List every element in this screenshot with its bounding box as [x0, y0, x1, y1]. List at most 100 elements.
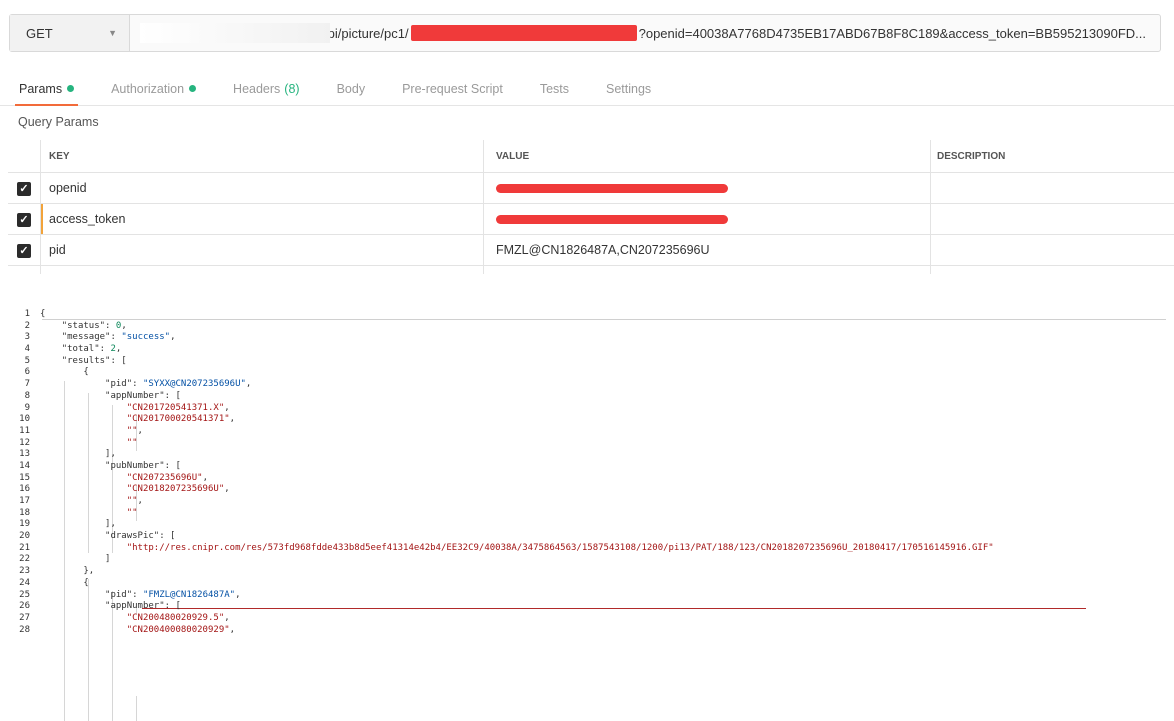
line-number: 9 [0, 403, 30, 415]
tab-body-label: Body [337, 82, 366, 96]
value-redaction [496, 215, 728, 224]
description-column-header: DESCRIPTION [931, 140, 1174, 173]
line-number: 27 [0, 613, 30, 625]
line-number: 11 [0, 426, 30, 438]
code-line: "http://res.cnipr.com/res/573fd968fdde43… [40, 543, 994, 555]
line-number: 15 [0, 473, 30, 485]
line-number: 26 [0, 601, 30, 613]
param-enabled-checkbox[interactable]: ✓ [17, 213, 31, 227]
param-key-access-token[interactable]: access_token [41, 204, 484, 235]
result2-app2: "CN200400080020929" [127, 625, 230, 635]
code-line: }, [40, 566, 994, 578]
request-url-bar: GET ▼ /v1/api/picture/pc1/ ?openid=40038… [9, 14, 1161, 52]
line-number: 5 [0, 356, 30, 368]
method-label: GET [26, 26, 53, 41]
code-line: "pubNumber": [ [40, 461, 994, 473]
line-number: 16 [0, 484, 30, 496]
tab-params-label: Params [19, 82, 62, 96]
tab-tests[interactable]: Tests [521, 72, 569, 106]
param-key-openid[interactable]: openid [41, 173, 484, 204]
method-select[interactable]: GET ▼ [10, 15, 130, 51]
code-line: "CN2018207235696U", [40, 484, 994, 496]
code-line: ], [40, 519, 994, 531]
line-number: 4 [0, 344, 30, 356]
tab-params[interactable]: Params [0, 72, 74, 106]
url-suffix: ?openid=40038A7768D4735EB17ABD67B8F8C189… [639, 26, 1146, 41]
param-description[interactable] [931, 173, 1174, 204]
line-number: 10 [0, 414, 30, 426]
tab-settings[interactable]: Settings [587, 72, 651, 106]
code-line: "CN200400080020929", [40, 625, 994, 637]
result1-app2: "CN201700020541371" [127, 414, 230, 424]
code-line: "message": "success", [40, 332, 994, 344]
table-header-row: KEY VALUE DESCRIPTION [8, 140, 1174, 173]
tab-authorization[interactable]: Authorization [92, 72, 196, 106]
tab-headers[interactable]: Headers(8) [214, 72, 300, 106]
param-description[interactable] [931, 204, 1174, 235]
code-line: "" [40, 438, 994, 450]
indent-guide [136, 696, 137, 721]
result1-draws-pic-link[interactable]: "http://res.cnipr.com/res/573fd968fdde43… [127, 543, 994, 553]
line-number-gutter: 1 2 3 4 5 6 7 8 9 10 11 12 13 14 15 16 1… [0, 309, 30, 636]
chevron-down-icon: ▼ [108, 28, 117, 38]
response-json-viewer[interactable]: 1 2 3 4 5 6 7 8 9 10 11 12 13 14 15 16 1… [0, 309, 1174, 721]
value-redaction [496, 184, 728, 193]
line-number: 6 [0, 367, 30, 379]
line-number: 23 [0, 566, 30, 578]
result1-app1: "CN201720541371.X" [127, 403, 225, 413]
code-line: "CN201700020541371", [40, 414, 994, 426]
code-line: { [40, 367, 994, 379]
status-dot-icon [67, 85, 74, 92]
code-line: "CN207235696U", [40, 473, 994, 485]
checkbox-column-header [8, 140, 41, 173]
line-number: 13 [0, 449, 30, 461]
table-row: ✓ access_token [8, 204, 1174, 235]
tab-headers-label: Headers [233, 82, 280, 96]
line-number: 25 [0, 590, 30, 602]
code-line: { [40, 578, 994, 590]
param-enabled-checkbox[interactable]: ✓ [17, 244, 31, 258]
tab-settings-label: Settings [606, 82, 651, 96]
code-line: "CN201720541371.X", [40, 403, 994, 415]
result1-pub1: "CN207235696U" [127, 473, 203, 483]
code-line: { [40, 309, 994, 321]
code-line: "" [40, 508, 994, 520]
line-number: 7 [0, 379, 30, 391]
url-blurred-host [140, 23, 330, 43]
query-params-title: Query Params [18, 115, 99, 129]
url-input[interactable]: /v1/api/picture/pc1/ ?openid=40038A7768D… [130, 15, 1160, 51]
line-number: 20 [0, 531, 30, 543]
result2-app1: "CN200480020929.5" [127, 613, 225, 623]
tab-body[interactable]: Body [318, 72, 366, 106]
line-number: 24 [0, 578, 30, 590]
value-column-header: VALUE [484, 140, 931, 173]
url-redaction [411, 25, 637, 41]
line-number: 22 [0, 554, 30, 566]
param-value-pid[interactable]: FMZL@CN1826487A,CN207235696U [484, 235, 931, 266]
tab-tests-label: Tests [540, 82, 569, 96]
code-line: "total": 2, [40, 344, 994, 356]
code-line: ], [40, 449, 994, 461]
param-value-access-token[interactable] [484, 204, 931, 235]
tab-authorization-label: Authorization [111, 82, 184, 96]
param-enabled-checkbox[interactable]: ✓ [17, 182, 31, 196]
param-description[interactable] [931, 235, 1174, 266]
line-number: 28 [0, 625, 30, 637]
message-value: "success" [121, 332, 170, 342]
line-number: 12 [0, 438, 30, 450]
line-number: 3 [0, 332, 30, 344]
status-dot-icon [189, 85, 196, 92]
result1-pid: "SYXX@CN207235696U" [143, 379, 246, 389]
tab-pre-request-script[interactable]: Pre-request Script [383, 72, 503, 106]
code-line: "drawsPic": [ [40, 531, 994, 543]
param-key-pid[interactable]: pid [41, 235, 484, 266]
line-number: 1 [0, 309, 30, 321]
tab-pre-request-label: Pre-request Script [402, 82, 503, 96]
code-line: "pid": "SYXX@CN207235696U", [40, 379, 994, 391]
code-line: "", [40, 496, 994, 508]
param-value-openid[interactable] [484, 173, 931, 204]
request-tabs: Params Authorization Headers(8) Body Pre… [0, 72, 1174, 106]
code-line: "status": 0, [40, 321, 994, 333]
code-line: "", [40, 426, 994, 438]
line-number: 14 [0, 461, 30, 473]
